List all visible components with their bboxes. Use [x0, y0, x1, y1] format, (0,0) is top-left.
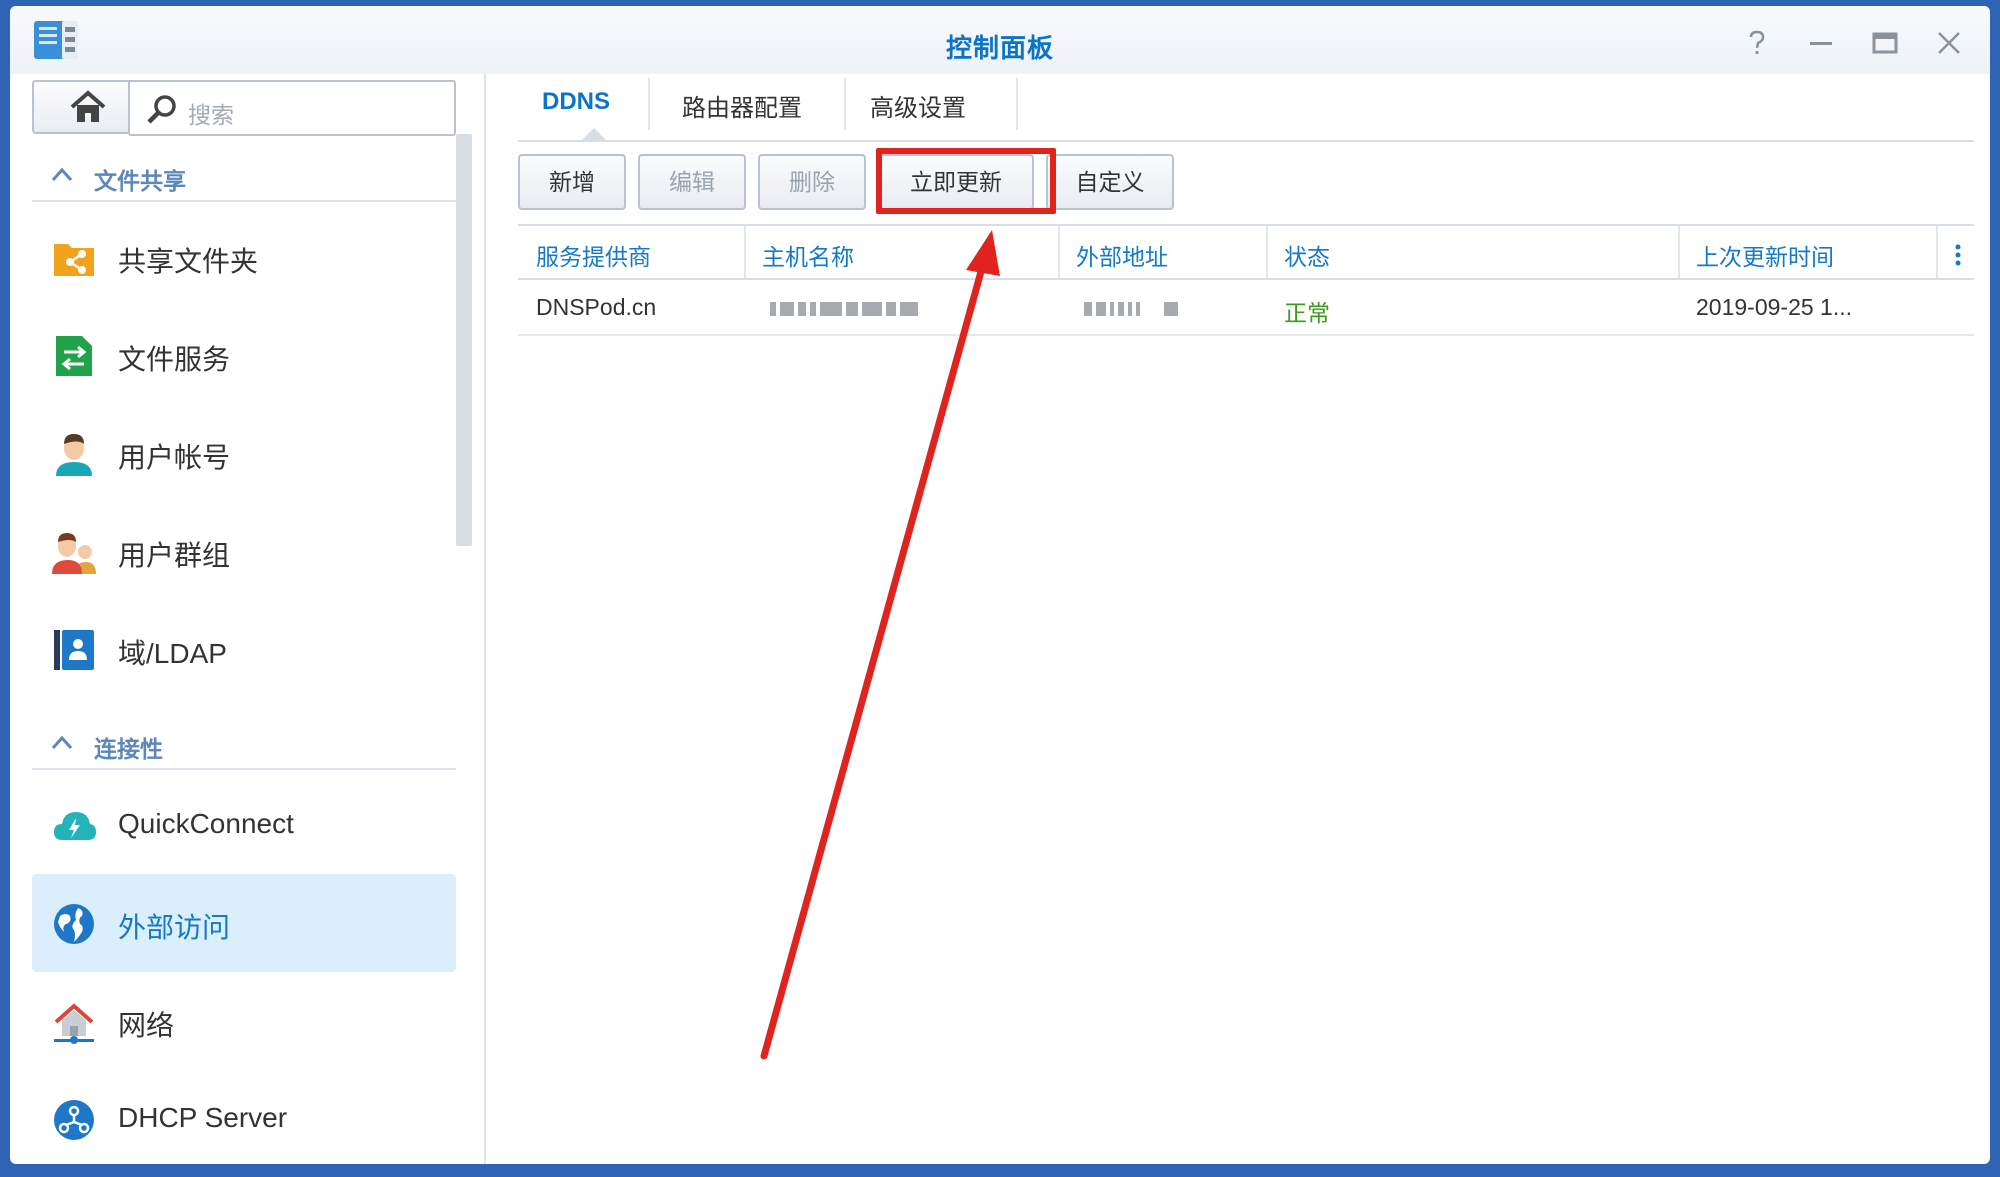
tab-ddns[interactable]: DDNS	[526, 88, 626, 128]
cell-provider: DNSPod.cn	[536, 294, 657, 320]
section-header-file-sharing[interactable]: 文件共享	[32, 148, 456, 202]
sidebar-divider	[484, 74, 486, 1164]
edit-button[interactable]: 编辑	[638, 154, 746, 210]
column-separator	[1678, 226, 1680, 278]
column-separator	[744, 226, 746, 278]
tab-separator	[648, 78, 650, 130]
tab-bar: DDNS 路由器配置 高级设置	[518, 74, 1974, 142]
column-menu-icon[interactable]	[1954, 244, 1962, 266]
help-icon[interactable]	[1742, 28, 1772, 58]
sidebar-item-shared-folder[interactable]: 共享文件夹	[32, 208, 456, 306]
user-icon	[56, 434, 92, 476]
cell-external-address-redacted	[1084, 302, 1182, 316]
table-header: 服务提供商 主机名称 外部地址 状态 上次更新时间	[518, 224, 1974, 280]
window-title: 控制面板	[945, 33, 1054, 63]
cell-status: 正常	[1284, 300, 1330, 326]
search-field[interactable]: 搜索	[128, 80, 456, 136]
control-panel-window: 控制面板 搜索 文件共享 共享文件夹 文件服务 用户帐号 用户群组 域/LDAP…	[10, 6, 1990, 1164]
home-icon	[70, 90, 106, 122]
add-button[interactable]: 新增	[518, 154, 626, 210]
customize-button[interactable]: 自定义	[1046, 154, 1174, 210]
tab-separator	[1016, 78, 1018, 130]
quickconnect-icon	[54, 812, 96, 840]
title-bar: 控制面板	[10, 6, 1990, 74]
sidebar-item-dhcp-server[interactable]: DHCP Server	[32, 1070, 456, 1164]
shared-folder-icon	[54, 244, 94, 276]
sidebar-item-user-group[interactable]: 用户群组	[32, 502, 456, 600]
column-header-hostname[interactable]: 主机名称	[762, 238, 854, 272]
minimize-icon[interactable]	[1806, 28, 1836, 58]
cell-last-update: 2019-09-25 1...	[1696, 294, 1853, 320]
section-header-connectivity[interactable]: 连接性	[32, 716, 456, 770]
tab-separator	[844, 78, 846, 130]
column-separator	[1266, 226, 1268, 278]
column-header-provider[interactable]: 服务提供商	[536, 238, 651, 272]
chevron-up-icon	[51, 167, 73, 182]
column-header-external-address[interactable]: 外部地址	[1076, 238, 1168, 272]
sidebar-item-network[interactable]: 网络	[32, 972, 456, 1070]
column-header-status[interactable]: 状态	[1284, 238, 1330, 272]
annotation-highlight-box	[876, 148, 1056, 214]
delete-button[interactable]: 删除	[758, 154, 866, 210]
search-icon	[147, 95, 176, 124]
sidebar-item-external-access[interactable]: 外部访问	[32, 874, 456, 972]
sidebar: 搜索 文件共享 共享文件夹 文件服务 用户帐号 用户群组 域/LDAP 连接性 …	[10, 74, 486, 1164]
sidebar-item-ldap[interactable]: 域/LDAP	[32, 600, 456, 698]
dhcp-icon	[54, 1100, 94, 1140]
sidebar-item-file-services[interactable]: 文件服务	[32, 306, 456, 404]
search-placeholder: 搜索	[188, 102, 234, 128]
maximize-icon[interactable]	[1870, 28, 1900, 58]
file-services-icon	[56, 336, 92, 376]
sidebar-scrollbar[interactable]	[456, 134, 472, 546]
table-row[interactable]: DNSPod.cn 正常 2019-09-25 1...	[518, 280, 1974, 336]
network-icon	[54, 1003, 94, 1044]
chevron-up-icon	[51, 735, 73, 750]
sidebar-item-user-account[interactable]: 用户帐号	[32, 404, 456, 502]
active-tab-indicator	[582, 128, 606, 140]
external-access-icon	[54, 904, 94, 944]
column-separator	[1058, 226, 1060, 278]
column-separator	[1936, 226, 1938, 278]
close-icon[interactable]	[1934, 28, 1964, 58]
tab-advanced-settings[interactable]: 高级设置	[862, 88, 974, 128]
group-icon	[52, 533, 96, 574]
sidebar-item-quickconnect[interactable]: QuickConnect	[32, 776, 456, 874]
tab-router-config[interactable]: 路由器配置	[666, 88, 818, 128]
column-header-last-update[interactable]: 上次更新时间	[1696, 238, 1834, 272]
cell-hostname-redacted	[770, 302, 922, 316]
ldap-icon	[54, 630, 94, 670]
